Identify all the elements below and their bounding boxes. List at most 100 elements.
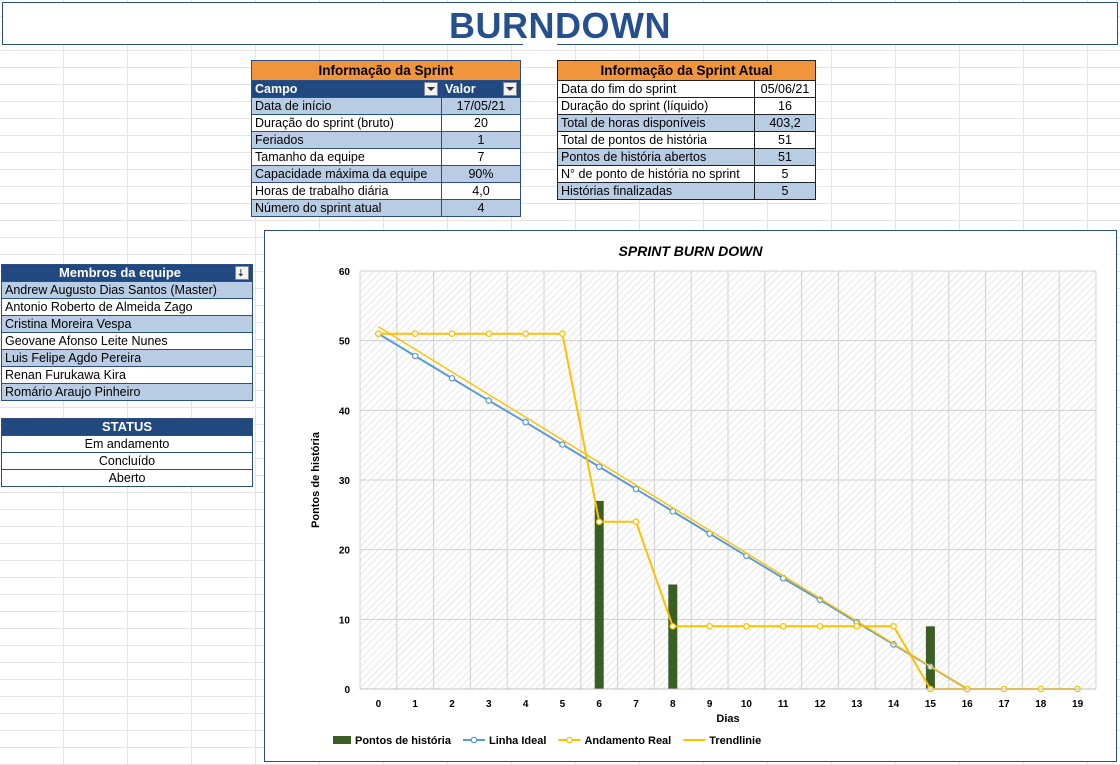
x-tick-label: 11 [778, 699, 789, 710]
table-cell[interactable]: 5 [754, 182, 816, 200]
table-cell[interactable]: 20 [441, 114, 521, 132]
table-cell[interactable]: 17/05/21 [441, 97, 521, 115]
table-cell[interactable]: Total de horas disponíveis [557, 114, 755, 132]
status-item-em-andamento[interactable]: Em andamento [1, 435, 253, 453]
table-cell[interactable]: Data de início [251, 97, 442, 115]
table-cell[interactable]: 90% [441, 165, 521, 183]
data-point [669, 622, 677, 630]
team-header-label: Membros da equipe [58, 265, 182, 281]
y-tick-label: 0 [344, 685, 350, 696]
title-banner: BURNDOWN [2, 2, 1118, 46]
list-item[interactable]: Romário Araujo Pinheiro [1, 383, 253, 401]
table-cell[interactable]: Número do sprint atual [251, 199, 442, 217]
x-tick-label: 9 [707, 699, 713, 710]
x-tick-label: 13 [851, 699, 863, 710]
data-point [448, 330, 456, 338]
table-cell[interactable]: 1 [441, 131, 521, 149]
status-item-aberto[interactable]: Aberto [1, 469, 253, 487]
list-item[interactable]: Renan Furukawa Kira [1, 366, 253, 384]
x-tick-label: 2 [449, 699, 455, 710]
legend-marker [566, 736, 573, 744]
x-tick-label: 6 [596, 699, 602, 710]
data-point [706, 622, 713, 630]
list-item[interactable]: Luis Felipe Agdo Pereira [1, 349, 253, 367]
x-tick-label: 4 [523, 699, 529, 710]
data-point [559, 441, 566, 448]
x-tick-label: 1 [412, 699, 418, 710]
data-point [522, 418, 529, 426]
x-tick-label: 8 [670, 699, 676, 710]
legend-label: Andamento Real [584, 735, 671, 747]
campo-label: Campo [255, 82, 298, 96]
x-tick-label: 18 [1035, 699, 1047, 710]
team-header[interactable]: Membros da equipe [1, 264, 253, 282]
data-point [411, 352, 419, 360]
valor-label: Valor [445, 82, 476, 96]
team-members-table: Membros da equipe Andrew Augusto Dias Sa… [1, 264, 253, 401]
table-cell[interactable]: Duração do sprint (bruto) [251, 114, 442, 132]
x-tick-label: 10 [741, 699, 753, 710]
x-tick-label: 12 [814, 699, 826, 710]
y-tick-label: 50 [339, 337, 351, 348]
filter-dropdown-icon[interactable] [424, 82, 438, 96]
x-tick-label: 19 [1072, 699, 1084, 710]
table-cell[interactable]: 5 [754, 165, 816, 183]
legend-label: Linha Ideal [489, 735, 546, 747]
data-point [448, 374, 456, 382]
data-point [411, 330, 419, 338]
sort-filter-icon[interactable] [235, 266, 249, 280]
page-title: BURNDOWN [449, 5, 671, 46]
bar [668, 584, 678, 689]
table-cell[interactable]: Histórias finalizadas [557, 182, 755, 200]
table-cell[interactable]: 51 [754, 131, 816, 149]
current-sprint-table: Informação da Sprint Atual Data do fim d… [557, 60, 816, 200]
list-item[interactable]: Andrew Augusto Dias Santos (Master) [1, 281, 253, 299]
burndown-chart[interactable]: SPRINT BURN DOWN 0 10 20 30 40 50 60 0 1 2 3 4 5 6 7 8 9… [264, 230, 1117, 762]
table-cell[interactable]: Horas de trabalho diária [251, 182, 442, 200]
x-tick-label: 14 [888, 699, 900, 710]
current-sprint-title: Informação da Sprint Atual [557, 60, 816, 81]
table-cell[interactable]: 05/06/21 [754, 80, 816, 98]
table-cell[interactable]: Tamanho da equipe [251, 148, 442, 166]
table-cell[interactable]: Capacidade máxima da equipe [251, 165, 442, 183]
status-item-concluido[interactable]: Concluído [1, 452, 253, 470]
bar [925, 626, 935, 689]
table-cell[interactable]: 7 [441, 148, 521, 166]
table-cell[interactable]: 4,0 [441, 182, 521, 200]
table-cell[interactable]: 16 [754, 97, 816, 115]
x-tick-label: 16 [962, 699, 974, 710]
y-tick-label: 10 [339, 615, 351, 626]
table-cell[interactable]: 4 [441, 199, 521, 217]
chart-svg: 01020304050600 1 2 3 4 5 6 7 8 9 10 11 12 13 14 15 16 17 1… [310, 267, 1097, 747]
y-tick-label: 30 [339, 476, 351, 487]
table-cell[interactable]: Total de pontos de história [557, 131, 755, 149]
table-cell[interactable]: Feriados [251, 131, 442, 149]
table-cell[interactable]: 51 [754, 148, 816, 166]
list-item[interactable]: Antonio Roberto de Almeida Zago [1, 298, 253, 316]
x-axis-label: Dias [716, 713, 739, 725]
data-point [595, 463, 603, 471]
data-point [890, 622, 897, 630]
column-header-valor[interactable]: Valor [441, 80, 521, 98]
filter-dropdown-icon[interactable] [503, 82, 517, 96]
table-cell[interactable]: N° de ponto de história no sprint [557, 165, 755, 183]
list-item[interactable]: Geovane Afonso Leite Nunes [1, 332, 253, 350]
table-cell[interactable]: 403,2 [754, 114, 816, 132]
list-item[interactable]: Cristina Moreira Vespa [1, 315, 253, 333]
table-cell[interactable]: Data do fim do sprint [557, 80, 755, 98]
table-cell[interactable]: Duração do sprint (líquido) [557, 97, 755, 115]
status-header: STATUS [1, 418, 253, 436]
y-axis-label: Pontos de história [310, 431, 322, 528]
column-header-campo[interactable]: Campo [251, 80, 442, 98]
data-point [485, 330, 493, 338]
data-point [559, 330, 566, 338]
legend-label: Pontos de história [355, 735, 452, 747]
x-tick-label: 0 [376, 699, 382, 710]
sprint-info-table: Informação da Sprint Campo Valor Data de… [251, 60, 521, 217]
data-point [375, 330, 382, 338]
table-cell[interactable]: Pontos de história abertos [557, 148, 755, 166]
data-point [522, 330, 529, 338]
data-point [743, 622, 750, 630]
data-point [779, 622, 787, 630]
y-tick-label: 20 [339, 546, 351, 557]
